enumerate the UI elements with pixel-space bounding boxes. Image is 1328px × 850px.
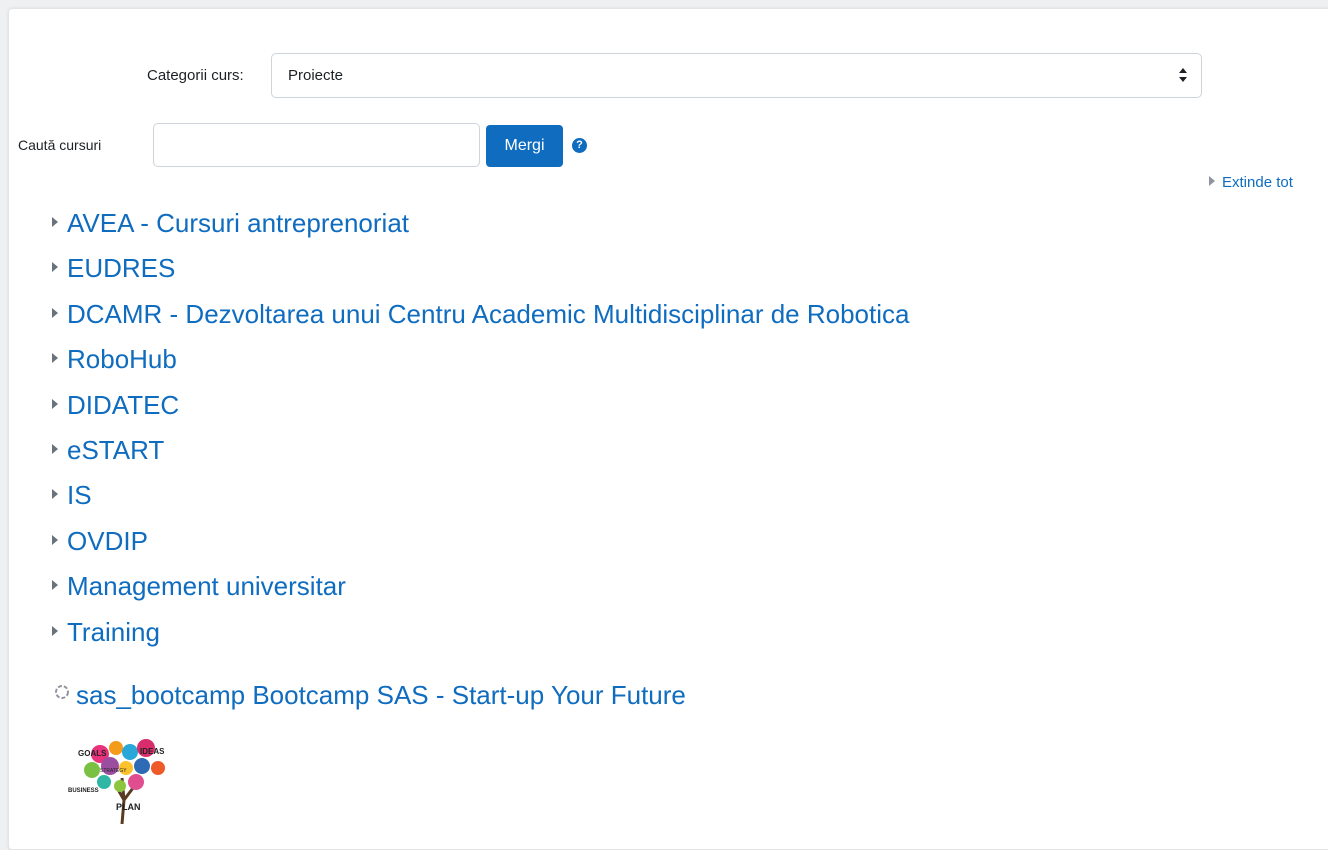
- category-select-label: Categorii curs:: [147, 67, 244, 84]
- category-link[interactable]: Management universitar: [67, 571, 346, 601]
- caret-right-icon: [1209, 176, 1215, 186]
- caret-right-icon: [52, 262, 58, 273]
- search-courses-input[interactable]: [153, 123, 480, 167]
- caret-right-icon: [52, 307, 58, 318]
- svg-text:IDEAS: IDEAS: [140, 747, 165, 756]
- caret-right-icon: [52, 443, 58, 454]
- category-link[interactable]: RoboHub: [67, 344, 177, 374]
- caret-right-icon: [52, 534, 58, 545]
- category-item[interactable]: RoboHub: [52, 337, 909, 382]
- category-item[interactable]: Training: [52, 610, 909, 655]
- expand-all-link[interactable]: Extinde tot: [1209, 174, 1293, 191]
- course-title-link[interactable]: sas_bootcamp Bootcamp SAS - Start-up You…: [76, 680, 686, 710]
- category-item[interactable]: eSTART: [52, 428, 909, 473]
- course-image-goals-ideas-tree: GOALS IDEAS STRATEGY BUSINESS PLAN: [68, 739, 165, 824]
- category-select-value: Proiecte: [288, 67, 344, 84]
- caret-right-icon: [52, 353, 58, 364]
- go-button[interactable]: Mergi: [486, 125, 563, 167]
- category-item[interactable]: OVDIP: [52, 519, 909, 564]
- caret-right-icon: [52, 580, 58, 591]
- category-link[interactable]: DCAMR - Dezvoltarea unui Centru Academic…: [67, 299, 909, 329]
- category-link[interactable]: OVDIP: [67, 526, 148, 556]
- category-item[interactable]: Management universitar: [52, 564, 909, 609]
- expand-all-label: Extinde tot: [1222, 174, 1293, 191]
- caret-right-icon: [52, 217, 58, 227]
- category-item[interactable]: DCAMR - Dezvoltarea unui Centru Academic…: [52, 292, 909, 337]
- category-item[interactable]: AVEA - Cursuri antreprenoriat: [52, 201, 909, 246]
- category-item[interactable]: EUDRES: [52, 246, 909, 291]
- course-icon: [55, 685, 69, 699]
- caret-right-icon: [52, 625, 58, 636]
- caret-right-icon: [52, 489, 58, 500]
- category-select[interactable]: Proiecte: [271, 53, 1202, 98]
- category-link[interactable]: EUDRES: [67, 253, 175, 283]
- category-item[interactable]: DIDATEC: [52, 383, 909, 428]
- category-item[interactable]: IS: [52, 473, 909, 518]
- category-link[interactable]: Training: [67, 617, 160, 647]
- svg-text:STRATEGY: STRATEGY: [100, 768, 127, 774]
- question-circle-icon[interactable]: ?: [572, 138, 587, 153]
- search-courses-label: Caută cursuri: [18, 137, 102, 153]
- svg-text:GOALS: GOALS: [78, 749, 107, 758]
- category-link[interactable]: AVEA - Cursuri antreprenoriat: [67, 208, 409, 238]
- course-entry[interactable]: sas_bootcamp Bootcamp SAS - Start-up You…: [54, 680, 686, 711]
- category-list: AVEA - Cursuri antreprenoriat EUDRES DCA…: [52, 201, 909, 655]
- select-arrows-icon: [1179, 68, 1187, 82]
- category-link[interactable]: IS: [67, 480, 92, 510]
- category-link[interactable]: eSTART: [67, 435, 164, 465]
- caret-right-icon: [52, 398, 58, 409]
- svg-text:PLAN: PLAN: [116, 802, 141, 812]
- category-link[interactable]: DIDATEC: [67, 390, 179, 420]
- svg-text:BUSINESS: BUSINESS: [68, 788, 99, 794]
